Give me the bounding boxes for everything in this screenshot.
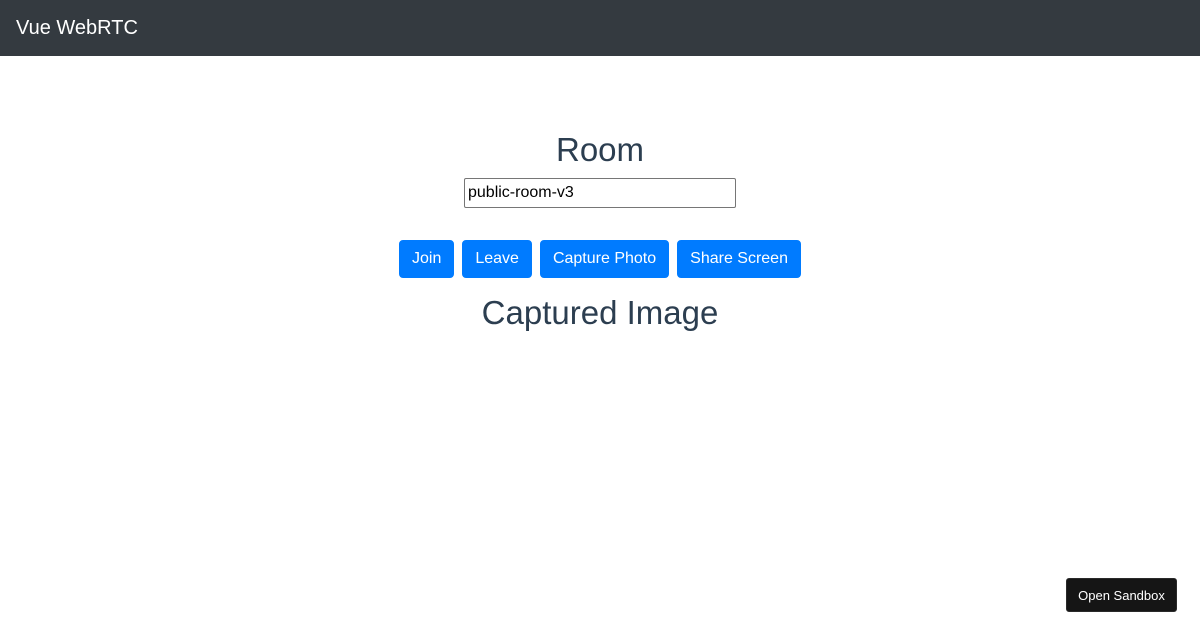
capture-photo-button[interactable]: Capture Photo [539,240,670,278]
action-buttons: Join Leave Capture Photo Share Screen [0,240,1200,278]
leave-button[interactable]: Leave [462,240,532,278]
room-heading: Room [555,131,645,168]
share-screen-button[interactable]: Share Screen [677,240,801,278]
join-button[interactable]: Join [399,240,455,278]
navbar-brand[interactable]: Vue WebRTC [16,16,138,40]
navbar: Vue WebRTC [0,0,1200,56]
room-input[interactable] [464,178,736,208]
main-content: Room Join Leave Capture Photo Share Scre… [0,56,1200,630]
captured-image-heading: Captured Image [481,294,719,331]
open-sandbox-button[interactable]: Open Sandbox [1066,578,1177,612]
